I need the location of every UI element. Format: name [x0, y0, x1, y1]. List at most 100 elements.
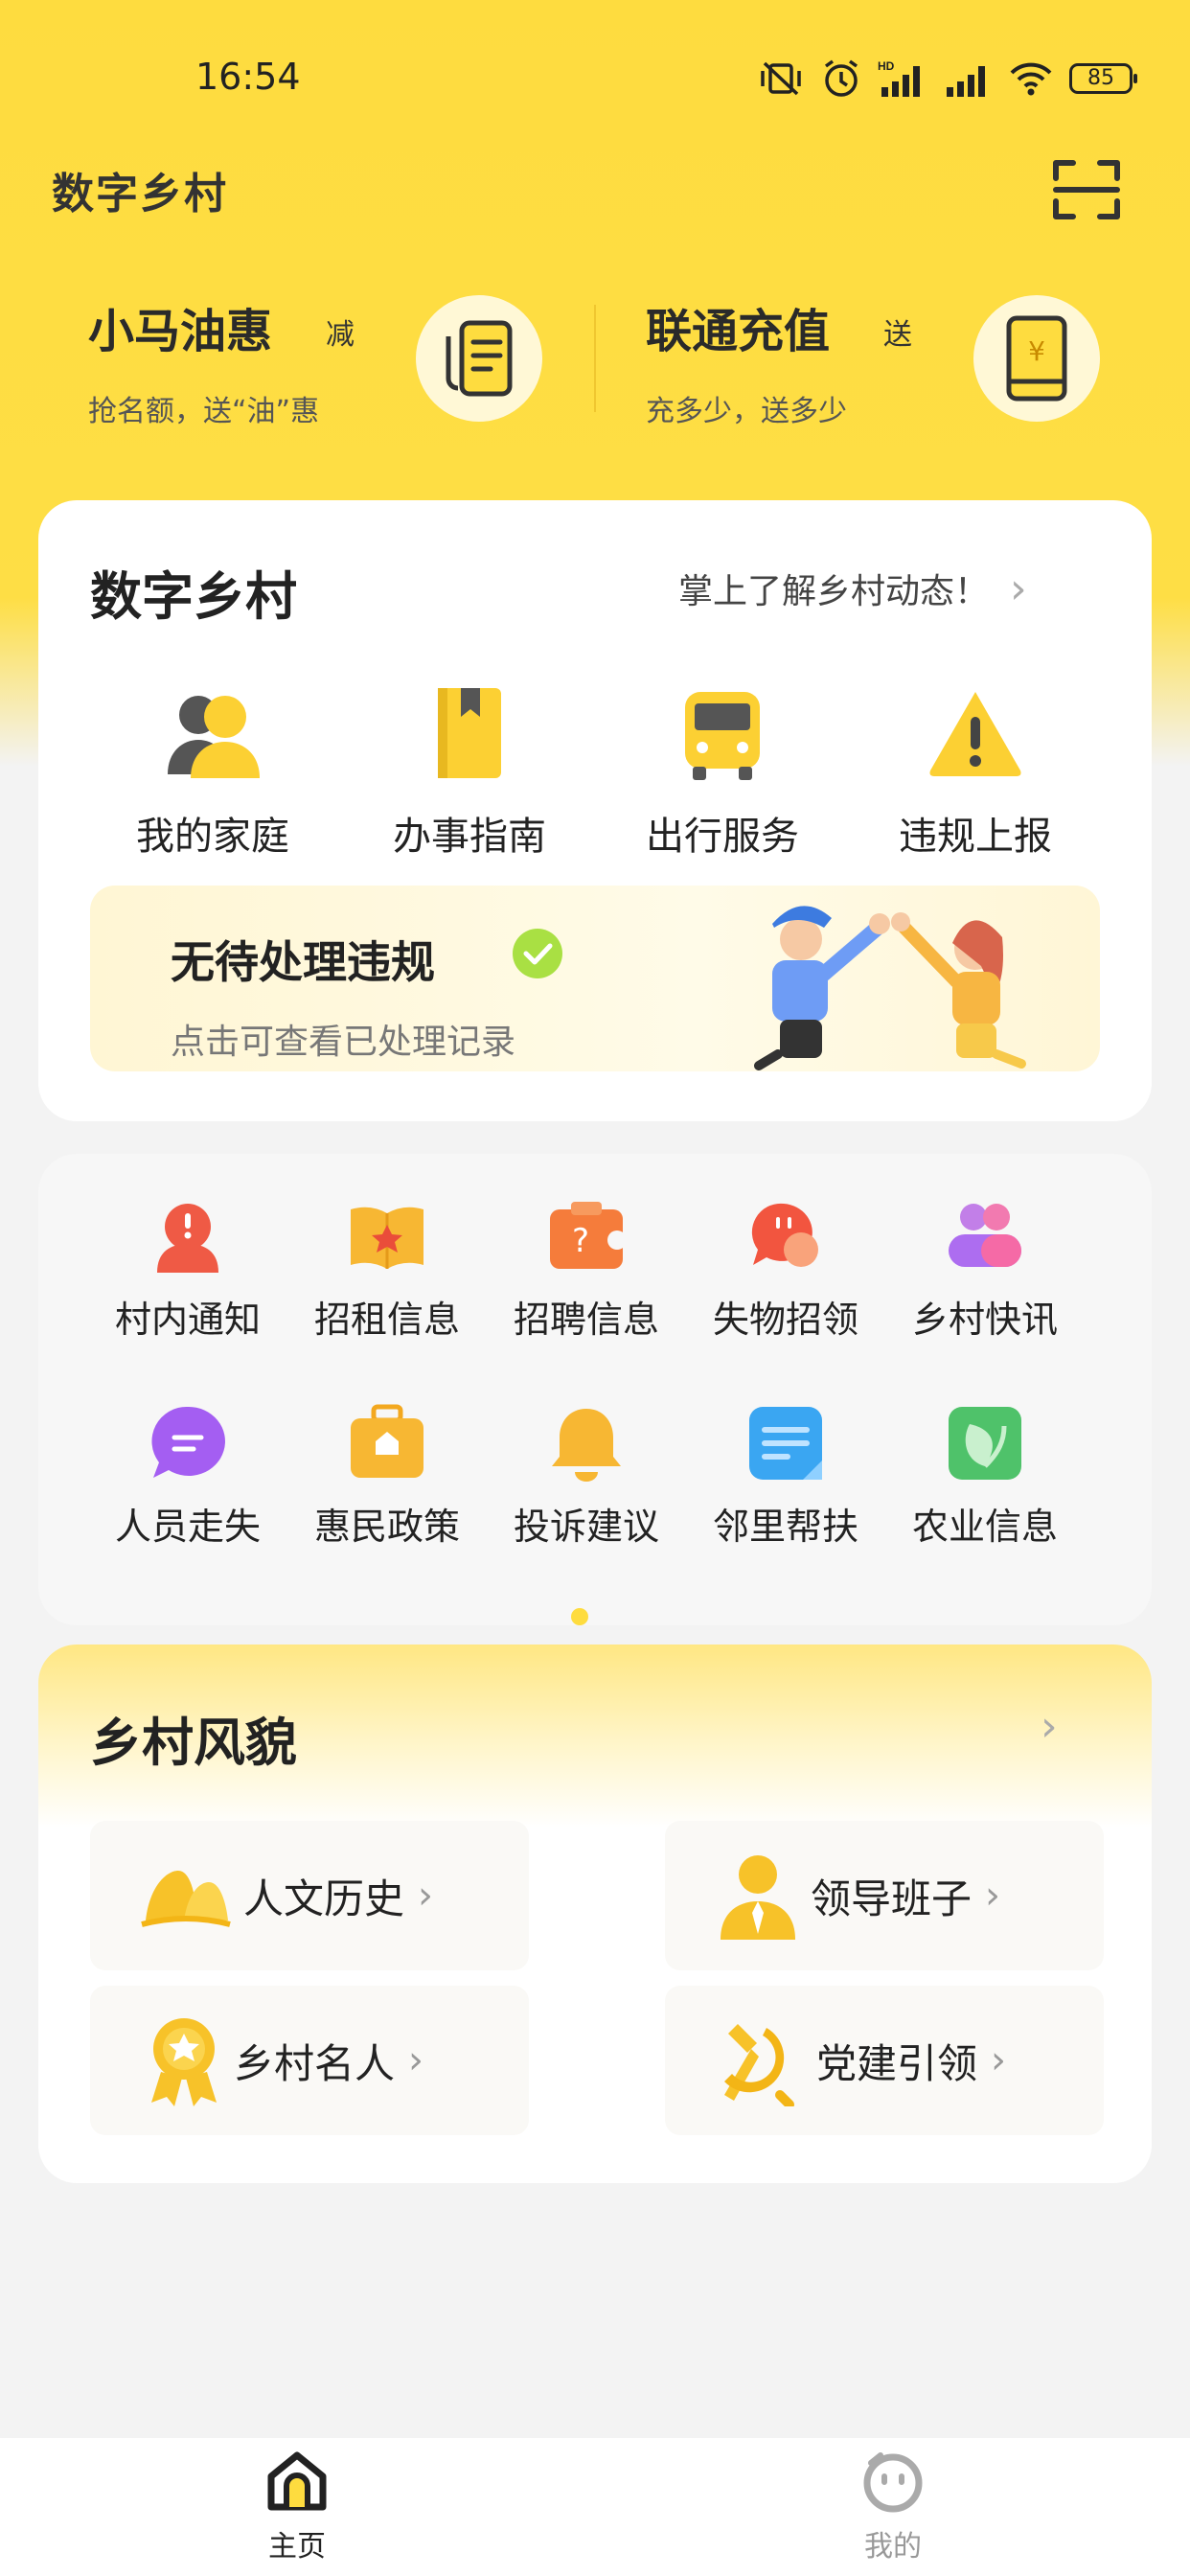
signal-hd-icon: HD — [878, 59, 920, 97]
fuel-card-icon — [446, 320, 513, 397]
promo-unicom-tag: 送 — [883, 318, 912, 352]
app-title: 数字乡村 — [52, 170, 228, 218]
service-label-missing: 人员走失 — [114, 1506, 261, 1548]
service-item-agriculture[interactable]: 农业信息 — [885, 1403, 1085, 1550]
nav-home[interactable]: 主页 — [201, 2448, 393, 2564]
violation-banner[interactable]: 无待处理违规 点击可查看已处理记录 — [90, 886, 1100, 1071]
bell-icon — [552, 1409, 621, 1482]
guide-book-icon — [438, 688, 501, 778]
check-circle-icon — [513, 929, 562, 978]
grid-item-guide[interactable]: 办事指南 — [374, 682, 565, 861]
tile-leaders-label: 领导班子 — [811, 1874, 973, 1922]
bus-icon — [685, 692, 760, 780]
status-icons: HD 85 — [757, 58, 1137, 100]
svg-text:?: ? — [572, 1222, 589, 1260]
vibrate-off-icon — [761, 61, 801, 96]
village-card-more-text: 掌上了解乡村动态！ — [678, 572, 990, 611]
service-label-complaint: 投诉建议 — [513, 1506, 659, 1548]
promo-oil-icon-circle[interactable] — [416, 295, 542, 422]
service-label-lost-found: 失物招领 — [712, 1299, 858, 1341]
tile-history-label: 人文历史 — [243, 1874, 405, 1922]
news-icon — [949, 1204, 1021, 1267]
promo-unicom[interactable]: 联通充值 — [646, 293, 830, 360]
service-item-notice[interactable]: 村内通知 — [88, 1196, 287, 1343]
grid-label-report: 违规上报 — [899, 815, 1052, 859]
service-item-missing[interactable]: 人员走失 — [88, 1403, 287, 1550]
leader-icon — [721, 1855, 795, 1940]
violation-banner-title: 无待处理违规 — [171, 936, 435, 988]
tile-leaders[interactable]: 领导班子 › — [665, 1821, 1104, 1970]
chevron-right-icon: › — [418, 1874, 434, 1918]
nav-profile-label: 我的 — [864, 2530, 922, 2564]
medal-icon — [151, 2018, 217, 2106]
lost-found-icon — [751, 1203, 818, 1267]
chevron-right-icon: › — [991, 2038, 1007, 2082]
tile-celebrities-label: 乡村名人 — [234, 2039, 396, 2087]
agriculture-icon — [949, 1407, 1021, 1480]
help-icon — [749, 1407, 822, 1480]
service-item-rental[interactable]: 招租信息 — [287, 1196, 487, 1343]
promo-unicom-icon-circle[interactable]: ¥ — [973, 295, 1100, 422]
grid-label-guide: 办事指南 — [393, 815, 546, 859]
chevron-right-icon: › — [985, 1874, 1001, 1918]
status-time: 16:54 — [195, 56, 301, 98]
missing-person-icon — [151, 1406, 225, 1478]
service-label-agriculture: 农业信息 — [911, 1506, 1058, 1548]
service-item-news[interactable]: 乡村快讯 — [885, 1196, 1085, 1343]
promo-oil-tag: 减 — [326, 318, 355, 352]
svg-text:HD: HD — [878, 59, 895, 73]
scan-icon[interactable] — [1052, 157, 1121, 222]
svg-text:¥: ¥ — [1028, 335, 1045, 367]
chevron-right-icon: › — [408, 2038, 424, 2082]
policy-icon — [351, 1404, 423, 1478]
grid-item-family[interactable]: 我的家庭 — [117, 682, 309, 861]
grid-item-travel[interactable]: 出行服务 — [627, 682, 818, 861]
grid-item-report[interactable]: 违规上报 — [880, 682, 1071, 861]
service-label-rental: 招租信息 — [313, 1299, 460, 1341]
service-label-news: 乡村快讯 — [911, 1299, 1058, 1341]
chevron-right-icon: › — [1010, 564, 1027, 613]
mountain-icon — [141, 1871, 231, 1927]
bottom-nav — [0, 2438, 1190, 2576]
service-label-help: 邻里帮扶 — [712, 1506, 858, 1548]
nav-profile[interactable]: 我的 — [797, 2448, 989, 2564]
service-label-recruit: 招聘信息 — [513, 1299, 659, 1341]
village-card-title: 数字乡村 — [90, 566, 297, 627]
service-label-policy: 惠民政策 — [313, 1506, 460, 1548]
service-item-policy[interactable]: 惠民政策 — [287, 1403, 487, 1550]
nav-home-label: 主页 — [268, 2530, 326, 2564]
promo-divider — [594, 305, 596, 412]
page-indicator-dot — [571, 1608, 588, 1625]
profile-icon — [863, 2452, 923, 2513]
violation-banner-subtitle: 点击可查看已处理记录 — [171, 1023, 516, 1062]
alarm-icon — [824, 59, 858, 97]
tile-party-label: 党建引领 — [816, 2039, 978, 2087]
village-card-more-link[interactable]: 掌上了解乡村动态！ › — [678, 564, 1027, 613]
promo-oil-title: 小马油惠 — [88, 305, 273, 358]
service-item-complaint[interactable]: 投诉建议 — [487, 1403, 686, 1550]
home-icon — [267, 2451, 327, 2511]
wifi-icon — [1010, 62, 1052, 96]
notice-icon — [157, 1204, 218, 1273]
promo-oil-subtitle: 抢名额，送“油”惠 — [88, 395, 320, 428]
party-emblem-icon — [724, 2024, 794, 2106]
promo-unicom-title: 联通充值 — [646, 305, 831, 358]
grid-label-travel: 出行服务 — [646, 815, 799, 859]
service-label-notice: 村内通知 — [114, 1299, 261, 1341]
scenery-card-title: 乡村风貌 — [90, 1713, 297, 1773]
tile-celebrities[interactable]: 乡村名人 › — [90, 1986, 529, 2135]
service-item-help[interactable]: 邻里帮扶 — [686, 1403, 885, 1550]
recruit-icon: ? — [550, 1202, 627, 1269]
rental-icon — [351, 1207, 423, 1269]
warning-icon — [929, 692, 1021, 776]
family-icon — [168, 696, 260, 778]
phone-recharge-icon: ¥ — [1006, 315, 1067, 402]
grid-label-family: 我的家庭 — [136, 815, 289, 859]
promo-oil[interactable]: 小马油惠 — [88, 293, 272, 360]
scenery-more-chevron-icon[interactable]: › — [1041, 1702, 1058, 1751]
service-item-lost-found[interactable]: 失物招领 — [686, 1196, 885, 1343]
battery-indicator: 85 — [1069, 63, 1137, 94]
tile-party[interactable]: 党建引领 › — [665, 1986, 1104, 2135]
tile-history[interactable]: 人文历史 › — [90, 1821, 529, 1970]
service-item-recruit[interactable]: ? 招聘信息 — [487, 1196, 686, 1343]
